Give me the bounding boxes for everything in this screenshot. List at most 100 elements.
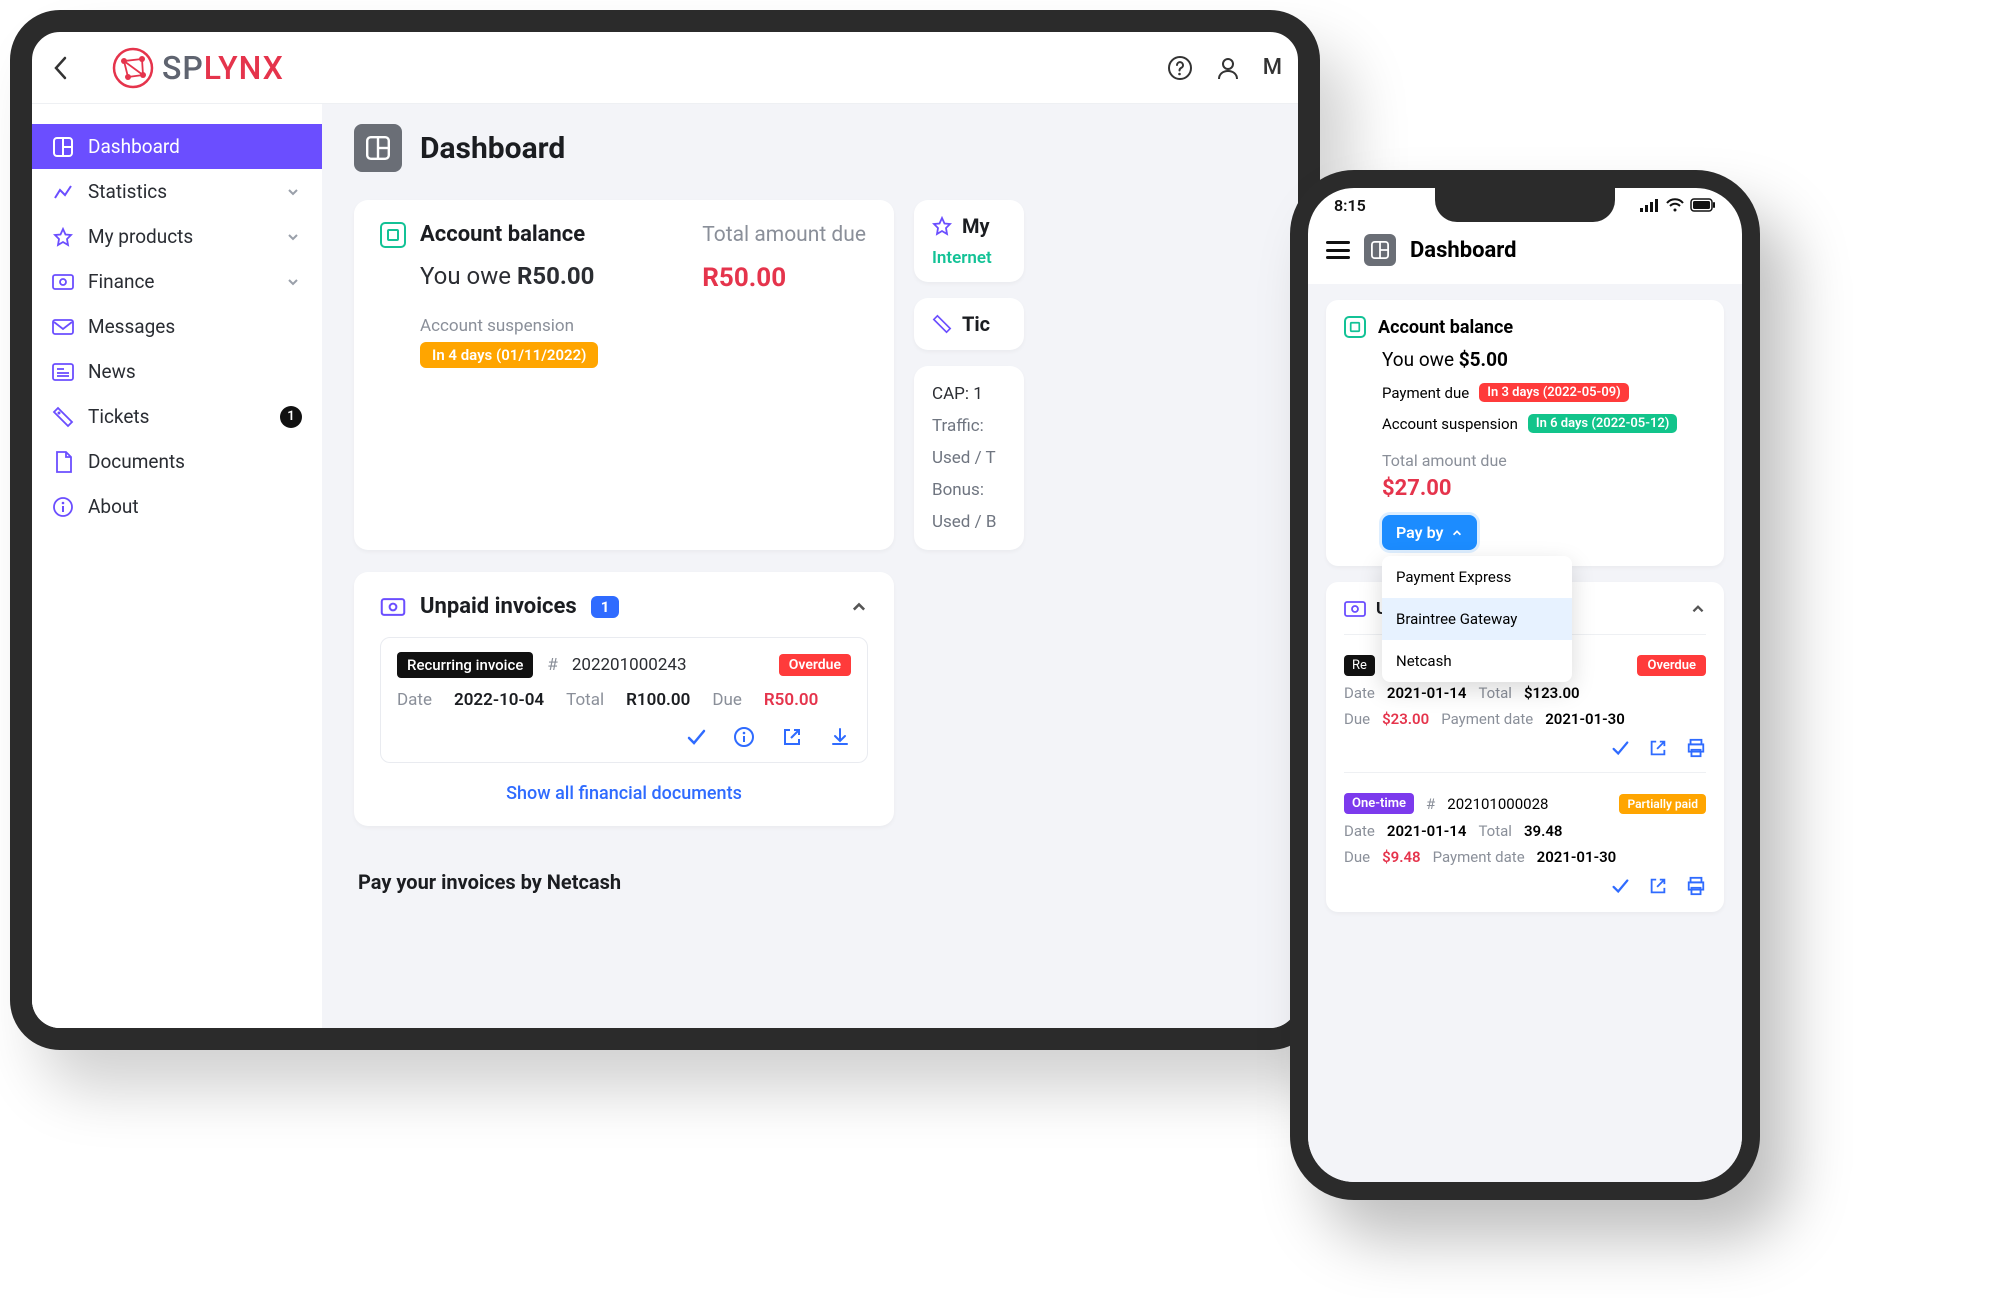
phone-owe-line: You owe $5.00 bbox=[1382, 348, 1706, 371]
sidebar-item-about[interactable]: About bbox=[32, 484, 322, 529]
sidebar-item-messages[interactable]: Messages bbox=[32, 304, 322, 349]
sidebar-item-label: Statistics bbox=[88, 180, 167, 203]
suspension-label: Account suspension bbox=[420, 316, 868, 336]
balance-icon bbox=[1344, 316, 1366, 338]
logo-text: SPLYNX bbox=[162, 49, 284, 87]
battery-icon bbox=[1690, 198, 1716, 212]
invoice-number: 202201000243 bbox=[572, 655, 687, 675]
collapse-toggle[interactable] bbox=[1690, 601, 1706, 617]
check-icon[interactable] bbox=[1610, 876, 1630, 896]
suspension-pill: In 6 days (2022-05-12) bbox=[1528, 414, 1678, 433]
external-link-icon[interactable] bbox=[1648, 876, 1668, 896]
cash-icon bbox=[1344, 598, 1366, 620]
print-icon[interactable] bbox=[1686, 876, 1706, 896]
status-time: 8:15 bbox=[1334, 196, 1366, 215]
sidebar-item-label: About bbox=[88, 495, 139, 518]
pay-by-dropdown: Payment Express Braintree Gateway Netcas… bbox=[1382, 556, 1572, 682]
invoice-number: 202101000028 bbox=[1447, 795, 1548, 813]
suspension-line: Account suspension In 6 days (2022-05-12… bbox=[1382, 414, 1706, 433]
sidebar-item-tickets[interactable]: Tickets 1 bbox=[32, 394, 322, 439]
cash-icon bbox=[380, 598, 406, 616]
dropdown-item[interactable]: Payment Express bbox=[1382, 556, 1572, 598]
tablet-speaker bbox=[575, 16, 755, 26]
phone-page-title: Dashboard bbox=[1410, 238, 1517, 263]
user-icon[interactable] bbox=[1215, 55, 1241, 81]
sidebar-item-news[interactable]: News bbox=[32, 349, 322, 394]
sidebar-item-label: Tickets bbox=[88, 405, 149, 428]
wifi-icon bbox=[1666, 198, 1684, 212]
sidebar-item-documents[interactable]: Documents bbox=[32, 439, 322, 484]
dashboard-icon bbox=[52, 136, 74, 158]
header-letter: M bbox=[1263, 55, 1282, 80]
collapse-toggle[interactable] bbox=[850, 598, 868, 616]
total-due-amount: R50.00 bbox=[702, 263, 866, 293]
payment-due-line: Payment due In 3 days (2022-05-09) bbox=[1382, 383, 1706, 402]
pay-by-button[interactable]: Pay by bbox=[1382, 515, 1477, 550]
tablet-frame: SPLYNX M Dashboard Statistics bbox=[10, 10, 1320, 1050]
sidebar-item-label: Messages bbox=[88, 315, 175, 338]
show-all-link[interactable]: Show all financial documents bbox=[380, 783, 868, 804]
invoice-status: Overdue bbox=[1637, 655, 1706, 676]
external-link-icon[interactable] bbox=[1648, 738, 1668, 758]
chevron-down-icon bbox=[284, 273, 302, 291]
page-title-icon bbox=[1364, 234, 1396, 266]
phone-invoice-item[interactable]: One-time # 202101000028 Partially paid D… bbox=[1344, 772, 1706, 896]
phone-title-bar: Dashboard bbox=[1308, 222, 1742, 284]
phone-balance-card: Account balance You owe $5.00 Payment du… bbox=[1326, 300, 1724, 566]
balance-title: Account balance bbox=[1378, 317, 1513, 338]
phone-frame: 8:15 Dashboard Account balance You owe $… bbox=[1290, 170, 1760, 1200]
sidebar-item-statistics[interactable]: Statistics bbox=[32, 169, 322, 214]
invoice-item[interactable]: Recurring invoice # 202201000243 Overdue… bbox=[380, 637, 868, 763]
info-icon bbox=[52, 496, 74, 518]
star-icon bbox=[52, 226, 74, 248]
dropdown-item[interactable]: Netcash bbox=[1382, 640, 1572, 682]
chevron-down-icon bbox=[284, 228, 302, 246]
account-balance-card: Account balance You owe R50.00 Account s… bbox=[354, 200, 894, 550]
suspension-pill: In 4 days (01/11/2022) bbox=[420, 342, 598, 368]
invoices-title: Unpaid invoices bbox=[420, 594, 577, 619]
sidebar-item-finance[interactable]: Finance bbox=[32, 259, 322, 304]
brand-logo: SPLYNX bbox=[112, 47, 284, 89]
back-button[interactable] bbox=[48, 56, 72, 80]
payment-due-pill: In 3 days (2022-05-09) bbox=[1479, 383, 1629, 402]
news-icon bbox=[52, 361, 74, 383]
invoice-tag: Re bbox=[1344, 655, 1375, 676]
dropdown-item[interactable]: Braintree Gateway bbox=[1382, 598, 1572, 640]
invoice-tag: Recurring invoice bbox=[397, 652, 533, 678]
sidebar-item-label: My products bbox=[88, 225, 193, 248]
sidebar: Dashboard Statistics My products Finance… bbox=[32, 104, 322, 1028]
info-circle-icon[interactable] bbox=[733, 726, 755, 748]
sidebar-item-label: Documents bbox=[88, 450, 185, 473]
file-icon bbox=[52, 451, 74, 473]
phone-notch bbox=[1435, 188, 1615, 222]
hamburger-menu[interactable] bbox=[1326, 241, 1350, 259]
main-content: Dashboard Account balance You owe R50.00… bbox=[322, 104, 1298, 1028]
check-icon[interactable] bbox=[685, 726, 707, 748]
total-due-amount: $27.00 bbox=[1382, 476, 1706, 501]
unpaid-invoices-card: Unpaid invoices 1 Recurring invoice # 20… bbox=[354, 572, 894, 826]
external-link-icon[interactable] bbox=[781, 726, 803, 748]
check-icon[interactable] bbox=[1610, 738, 1630, 758]
sidebar-item-dashboard[interactable]: Dashboard bbox=[32, 124, 322, 169]
sidebar-item-label: Dashboard bbox=[88, 135, 180, 158]
my-products-card[interactable]: My Internet bbox=[914, 200, 1024, 282]
tablet-header: SPLYNX M bbox=[32, 32, 1298, 104]
pay-netcash-heading: Pay your invoices by Netcash bbox=[358, 870, 1266, 894]
tickets-card[interactable]: Tic bbox=[914, 298, 1024, 350]
sidebar-item-label: Finance bbox=[88, 270, 154, 293]
chevron-down-icon bbox=[284, 183, 302, 201]
product-internet: Internet bbox=[932, 248, 1006, 268]
sidebar-item-products[interactable]: My products bbox=[32, 214, 322, 259]
print-icon[interactable] bbox=[1686, 738, 1706, 758]
invoice-tag: One-time bbox=[1344, 793, 1414, 814]
page-title-icon bbox=[354, 124, 402, 172]
page-title: Dashboard bbox=[420, 131, 565, 166]
chart-icon bbox=[52, 181, 74, 203]
ticket-icon bbox=[52, 406, 74, 428]
download-icon[interactable] bbox=[829, 726, 851, 748]
balance-title: Account balance bbox=[420, 222, 585, 247]
total-due-label: Total amount due bbox=[702, 222, 866, 249]
invoice-status: Partially paid bbox=[1619, 794, 1706, 814]
stats-card: CAP: 1 Traffic: Used / T Bonus: Used / B bbox=[914, 366, 1024, 550]
help-icon[interactable] bbox=[1167, 55, 1193, 81]
